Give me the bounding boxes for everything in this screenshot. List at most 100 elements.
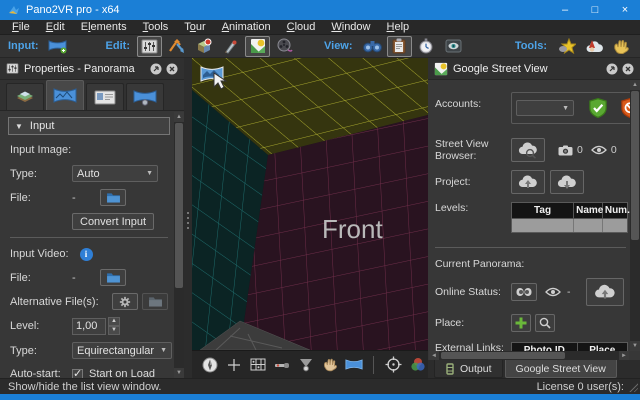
gsv-horizontal-scrollbar[interactable]: ◄ ► (429, 351, 629, 360)
street-view-browser-button[interactable] (511, 138, 545, 162)
add-place-button[interactable] (511, 314, 531, 332)
menu-cloud[interactable]: Cloud (279, 20, 324, 35)
scroll-down-icon[interactable]: ▼ (174, 368, 184, 378)
info-icon[interactable]: i (80, 248, 93, 261)
scroll-thumb[interactable] (631, 91, 639, 240)
tab-user-data[interactable] (6, 83, 44, 110)
publish-tool-button[interactable] (608, 36, 633, 57)
application-window: Pano2VR pro - x64 – □ × File Edit Elemen… (0, 0, 640, 400)
video-editor-button[interactable] (272, 36, 297, 57)
alt-files-open-button[interactable] (142, 293, 168, 310)
tab-metadata[interactable] (86, 83, 124, 110)
float-panel-icon[interactable] (606, 63, 618, 75)
convert-input-button[interactable]: Convert Input (72, 213, 154, 230)
menu-help[interactable]: Help (379, 20, 418, 35)
minimize-button[interactable]: – (550, 0, 580, 20)
menu-animation[interactable]: Animation (214, 20, 279, 35)
levels-empty-row[interactable] (512, 218, 627, 232)
magic-tool-button[interactable] (554, 36, 579, 57)
account-valid-shield-icon[interactable] (588, 98, 608, 118)
online-status-toggle-button[interactable] (511, 283, 537, 301)
tour-browser-button[interactable] (164, 36, 189, 57)
input-section-header[interactable]: ▼ Input (8, 117, 170, 135)
external-links-col-place[interactable]: Place (578, 343, 627, 351)
patch-tool-button[interactable] (191, 36, 216, 57)
eye-scan-icon (445, 39, 462, 53)
add-input-panorama-button[interactable] (46, 36, 71, 57)
spin-up-icon[interactable]: ▲ (108, 317, 120, 326)
maximize-button[interactable]: □ (580, 0, 610, 20)
levels-col-name[interactable]: Name (574, 203, 603, 218)
panorama-view-button[interactable] (343, 354, 364, 376)
google-street-view-button[interactable] (245, 36, 270, 57)
menu-tour[interactable]: Tour (176, 20, 213, 35)
scroll-down-icon[interactable]: ▼ (630, 341, 640, 351)
float-panel-icon[interactable] (150, 63, 162, 75)
tab-panorama[interactable] (46, 80, 84, 110)
level-value[interactable]: 1,00 (72, 318, 106, 335)
levels-col-num[interactable]: Num. (603, 203, 627, 218)
tab-output[interactable]: Output (434, 360, 503, 378)
pan-tool-button[interactable] (319, 354, 340, 376)
open-file-button[interactable] (100, 189, 126, 206)
center-view-button[interactable] (383, 354, 404, 376)
grid-toggle-button[interactable] (248, 354, 269, 376)
accounts-select[interactable]: ▼ (516, 100, 574, 116)
panorama-thumbnail[interactable] (200, 65, 232, 91)
level-spinner[interactable]: 1,00 ▲▼ (72, 317, 120, 335)
external-links-table[interactable]: Photo ID Place (511, 342, 628, 351)
menu-file[interactable]: File (4, 20, 38, 35)
scroll-right-icon[interactable]: ► (619, 351, 629, 360)
alt-files-settings-button[interactable] (112, 293, 138, 310)
scroll-left-icon[interactable]: ◄ (429, 351, 439, 360)
spin-down-icon[interactable]: ▼ (108, 326, 120, 335)
chevron-down-icon: ▼ (154, 347, 167, 354)
current-panorama-label: Current Panorama: (435, 258, 524, 270)
menu-window[interactable]: Window (323, 20, 378, 35)
tour-map-icon (168, 38, 186, 54)
seam-editor-button[interactable] (218, 36, 243, 57)
tab-output-panorama[interactable] (126, 83, 164, 110)
film-reel-icon (276, 38, 293, 54)
show-properties-button[interactable] (137, 36, 162, 57)
color-channels-button[interactable] (407, 354, 428, 376)
start-on-load-checkbox[interactable] (72, 369, 83, 379)
menu-tools[interactable]: Tools (135, 20, 177, 35)
menu-edit[interactable]: Edit (38, 20, 73, 35)
garden-gnome-cloud-button[interactable] (581, 36, 606, 57)
projection-button[interactable] (296, 354, 317, 376)
close-button[interactable]: × (610, 0, 640, 20)
close-panel-icon[interactable] (622, 63, 634, 75)
upload-project-button[interactable] (511, 170, 545, 194)
menu-elements[interactable]: Elements (73, 20, 135, 35)
panel-splitter[interactable] (184, 58, 192, 378)
tab-google-street-view[interactable]: Google Street View (505, 360, 617, 378)
upload-panorama-button[interactable] (586, 278, 624, 306)
gsv-scrollbar[interactable]: ▲ ▼ (630, 80, 640, 351)
scroll-thumb[interactable] (175, 123, 183, 288)
input-type-select[interactable]: Auto ▼ (72, 165, 158, 182)
viewer-output-button[interactable] (441, 36, 466, 57)
scroll-thumb[interactable] (441, 352, 565, 359)
animation-timeline-button[interactable] (414, 36, 439, 57)
preview-button[interactable] (360, 36, 385, 57)
account-invalid-shield-icon[interactable] (620, 98, 630, 118)
levels-col-tag[interactable]: Tag (512, 203, 574, 218)
compass-button[interactable] (200, 354, 221, 376)
open-video-file-button[interactable] (100, 269, 126, 286)
list-view-button[interactable] (387, 36, 412, 57)
scroll-up-icon[interactable]: ▲ (174, 112, 184, 122)
google-street-view-panel: Google Street View Accounts: ▼ (428, 58, 640, 378)
search-place-button[interactable] (535, 314, 555, 332)
viewport-canvas[interactable]: Front (192, 58, 428, 350)
modify-tool-button[interactable] (272, 354, 293, 376)
properties-scrollbar[interactable]: ▲ ▼ (174, 112, 184, 378)
external-links-col-photo-id[interactable]: Photo ID (512, 343, 578, 351)
scroll-up-icon[interactable]: ▲ (630, 80, 640, 90)
crosshair-button[interactable] (224, 354, 245, 376)
download-project-button[interactable] (550, 170, 584, 194)
close-panel-icon[interactable] (166, 63, 178, 75)
viewport[interactable]: Front (192, 58, 428, 378)
levels-table[interactable]: Tag Name Num. (511, 202, 628, 233)
video-type-select[interactable]: Equirectangular ▼ (72, 342, 172, 359)
